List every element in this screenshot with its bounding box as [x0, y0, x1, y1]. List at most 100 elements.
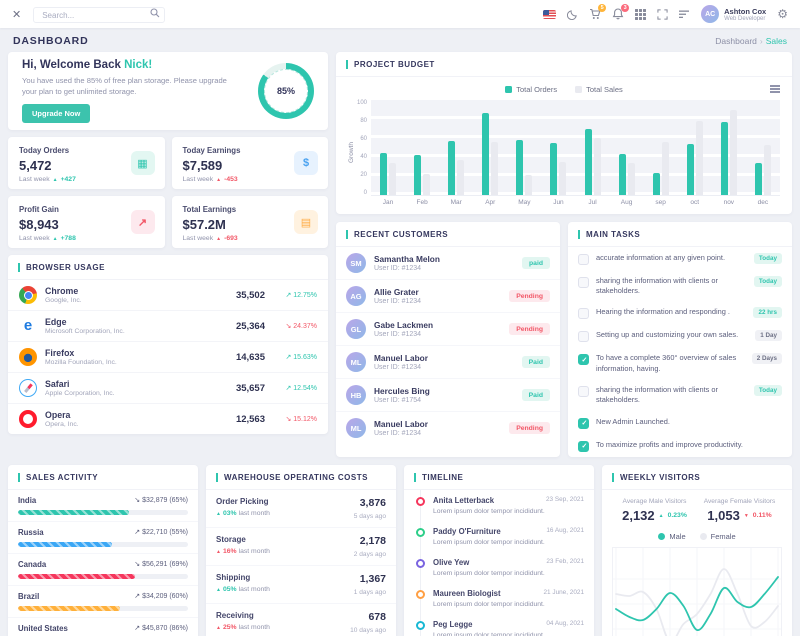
customer-row[interactable]: ML Manuel Labor User ID: #1234 Paid: [336, 346, 560, 379]
recent-customers-card: Recent Customers SM Samantha Melon User …: [336, 222, 560, 457]
sales-row: Canada $56,291 (69%): [8, 554, 198, 586]
customer-user-id: User ID: #1234: [374, 331, 433, 338]
share-icon: [131, 210, 155, 234]
safari-icon: [19, 379, 37, 397]
timeline-name: Paddy O'Furniture: [433, 527, 501, 536]
firefox-icon: [19, 348, 37, 366]
task-checkbox[interactable]: [578, 331, 589, 342]
timeline-row: Olive Yew 23 Feb, 2021 Lorem ipsum dolor…: [404, 552, 594, 583]
browser-name: Firefox: [45, 348, 117, 358]
cart-icon[interactable]: 5: [589, 8, 601, 20]
task-text: To have a complete 360° overview of sale…: [596, 353, 745, 374]
browser-change: 12.75%: [265, 291, 317, 299]
breadcrumb-sales[interactable]: Sales: [766, 36, 787, 46]
sales-country: Russia: [18, 528, 44, 537]
task-checkbox[interactable]: [578, 418, 589, 429]
chart-menu-icon[interactable]: [770, 85, 780, 93]
customer-row[interactable]: HB Hercules Bing User ID: #1754 Paid: [336, 379, 560, 412]
cart-badge: 5: [598, 4, 606, 12]
task-badge: 2 Days: [752, 353, 782, 364]
task-checkbox[interactable]: [578, 254, 589, 265]
customer-row[interactable]: AG Allie Grater User ID: #1234 Pending: [336, 280, 560, 313]
browser-value: 35,657: [236, 383, 265, 394]
browser-name: Edge: [45, 317, 125, 327]
customer-user-id: User ID: #1234: [374, 430, 428, 437]
stat-card: Total Earnings $57.2M Last week ▲ -693: [172, 196, 329, 248]
budget-bar: [550, 143, 557, 195]
sales-amount: $32,879 (65%): [134, 496, 188, 504]
timeline-text: Lorem ipsum dolor tempor incididunt.: [433, 601, 584, 608]
close-icon[interactable]: ✕: [12, 8, 21, 21]
timeline-dot: [416, 590, 425, 599]
customer-row[interactable]: ML Manuel Labor User ID: #1234 Pending: [336, 412, 560, 444]
sales-progress-bar: [18, 606, 120, 611]
browser-row[interactable]: Chrome Google, Inc. 35,502 12.75%: [8, 280, 328, 311]
task-row: accurate information at any given point.…: [568, 247, 792, 270]
sort-lines-icon[interactable]: [679, 10, 690, 19]
browser-row[interactable]: Opera Opera, Inc. 12,563 15.12%: [8, 404, 328, 434]
warehouse-costs-title: Warehouse Operating Costs: [216, 473, 368, 482]
apps-grid-icon[interactable]: [635, 9, 646, 20]
user-menu[interactable]: AC Ashton Cox Web Developer: [701, 5, 766, 23]
timeline-name: Olive Yew: [433, 558, 469, 567]
task-row: New Admin Launched.: [568, 411, 792, 434]
browser-value: 12,563: [236, 414, 265, 425]
dollar-icon: [294, 151, 318, 175]
upgrade-now-button[interactable]: Upgrade Now: [22, 104, 90, 123]
legend-male[interactable]: Male: [658, 532, 685, 541]
legend-total-sales[interactable]: Total Sales: [575, 85, 623, 94]
browser-value: 25,364: [236, 321, 265, 332]
browser-usage-title: Browser Usage: [18, 263, 105, 272]
task-badge: Today: [754, 385, 782, 396]
timeline-name: Peg Legge: [433, 620, 472, 629]
stat-card: Today Earnings $7,589 Last week ▲ -453: [172, 137, 329, 189]
browser-company: Mozilla Foundation, Inc.: [45, 359, 117, 366]
legend-total-orders[interactable]: Total Orders: [505, 85, 557, 94]
status-badge: Pending: [509, 422, 550, 434]
browser-row[interactable]: Firefox Mozilla Foundation, Inc. 14,635 …: [8, 342, 328, 373]
sales-progress-bar: [18, 542, 112, 547]
warehouse-change: ▲03%last month: [216, 510, 270, 517]
breadcrumb-dashboard[interactable]: Dashboard: [715, 36, 757, 46]
sales-amount: $34,209 (60%): [134, 592, 188, 600]
browser-company: Microsoft Corporation, Inc.: [45, 328, 125, 335]
browser-value: 14,635: [236, 352, 265, 363]
settings-gear-icon[interactable]: ⚙: [777, 8, 788, 20]
search-icon[interactable]: [150, 8, 160, 18]
budget-bar: [448, 141, 455, 195]
budget-y-axis: 100806040200: [355, 100, 371, 196]
dark-mode-moon-icon[interactable]: [567, 9, 578, 20]
task-row: To have a complete 360° overview of sale…: [568, 348, 792, 380]
sales-country: United States: [18, 624, 68, 633]
customer-avatar: ML: [346, 418, 366, 438]
customer-row[interactable]: SM Samantha Melon User ID: #1234 paid: [336, 247, 560, 280]
browser-name: Chrome: [45, 286, 82, 296]
budget-bar: [721, 122, 728, 195]
language-flag-icon[interactable]: [543, 10, 556, 19]
task-checkbox[interactable]: [578, 308, 589, 319]
browser-row[interactable]: Edge Microsoft Corporation, Inc. 25,364 …: [8, 311, 328, 342]
timeline-dot: [416, 621, 425, 630]
warehouse-value: 3,876: [354, 497, 386, 509]
chrome-icon: [19, 286, 37, 304]
sales-progress-track: [18, 542, 188, 547]
task-checkbox[interactable]: [578, 354, 589, 365]
warehouse-ago: 10 days ago: [350, 627, 386, 634]
search-input[interactable]: [33, 7, 165, 23]
task-checkbox[interactable]: [578, 386, 589, 397]
customer-name: Gabe Lackmen: [374, 320, 433, 330]
customer-row[interactable]: GL Gabe Lackmen User ID: #1234 Pending: [336, 313, 560, 346]
main-tasks-card: Main Tasks accurate information at any g…: [568, 222, 792, 457]
warehouse-name: Order Picking: [216, 497, 270, 506]
notifications-bell-icon[interactable]: 3: [612, 8, 624, 20]
warehouse-row: Shipping ▲05%last month 1,367 1 days ago: [206, 566, 396, 604]
timeline-row: Peg Legge 04 Aug, 2021 Lorem ipsum dolor…: [404, 614, 594, 636]
budget-bar: [525, 175, 532, 195]
legend-female[interactable]: Female: [700, 532, 736, 541]
task-checkbox[interactable]: [578, 441, 589, 452]
sales-progress-bar: [18, 510, 129, 515]
browser-row[interactable]: Safari Apple Corporation, Inc. 35,657 12…: [8, 373, 328, 404]
task-checkbox[interactable]: [578, 277, 589, 288]
sales-row: India $32,879 (65%): [8, 490, 198, 522]
fullscreen-icon[interactable]: [657, 9, 668, 20]
